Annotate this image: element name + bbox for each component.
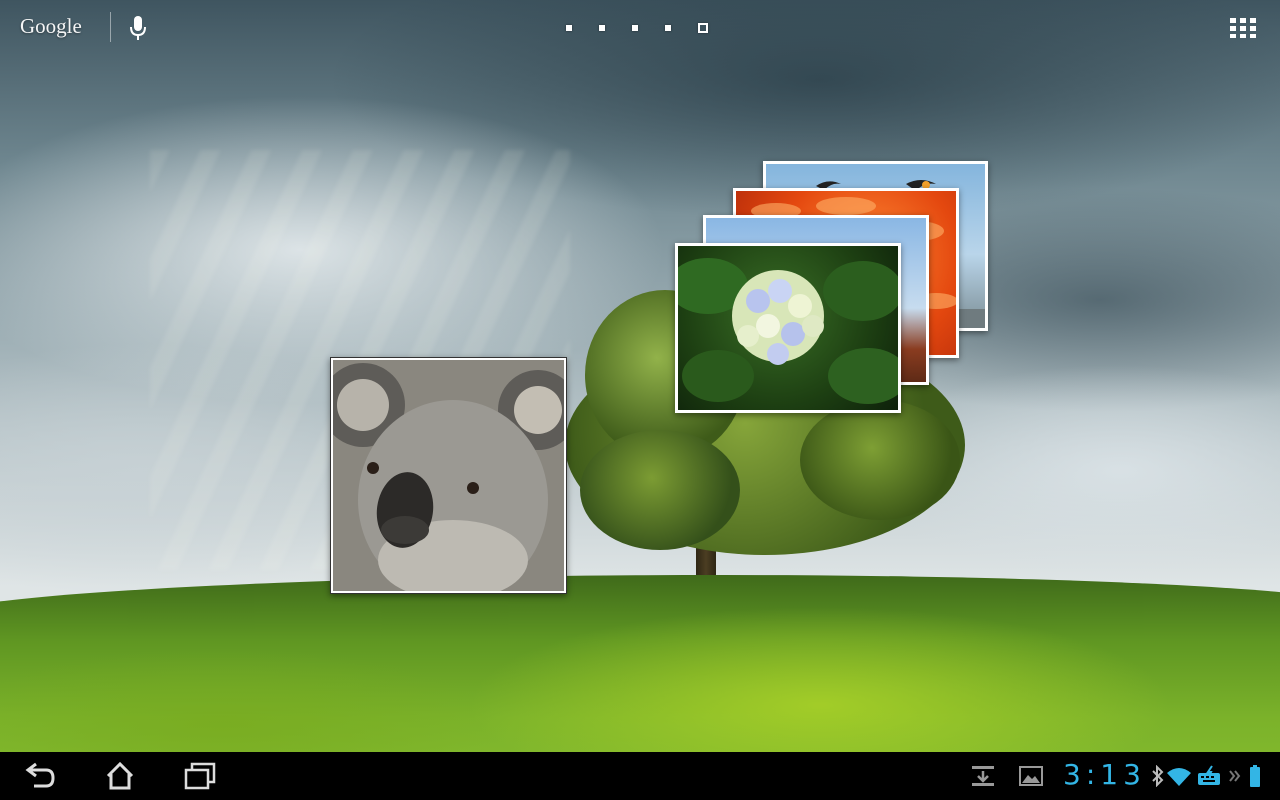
keyboard-icon [1196,765,1222,787]
microphone-icon[interactable] [126,14,150,42]
page-dot-current[interactable] [698,23,708,33]
hydrangea-image [678,246,898,410]
download-icon[interactable] [970,764,996,788]
bluetooth-icon [1151,764,1165,788]
system-bar: 3:13 [0,752,1280,800]
search-divider [110,12,111,42]
recent-apps-icon[interactable] [180,760,220,792]
screenshot-icon[interactable] [1018,764,1044,788]
wifi-icon [1166,765,1192,787]
tree-canopy [800,400,960,520]
page-dot[interactable] [566,25,572,31]
page-indicator [566,20,708,36]
home-wallpaper [0,0,1280,752]
clock[interactable]: 3:13 [1063,758,1146,791]
page-dot[interactable] [632,25,638,31]
page-dot[interactable] [665,25,671,31]
tree-canopy [580,430,740,550]
google-search-button[interactable]: Google [20,14,82,39]
photo-hydrangea[interactable] [675,243,901,413]
app-grid-icon[interactable] [1230,18,1258,39]
more-icon[interactable] [1228,765,1242,787]
home-icon[interactable] [100,760,140,792]
launcher-top-bar: Google [0,0,1280,56]
back-icon[interactable] [20,760,60,792]
koala-image [333,360,564,591]
battery-icon [1249,765,1261,787]
page-dot[interactable] [599,25,605,31]
photo-koala[interactable] [330,357,567,594]
grass-hill [0,575,1280,752]
